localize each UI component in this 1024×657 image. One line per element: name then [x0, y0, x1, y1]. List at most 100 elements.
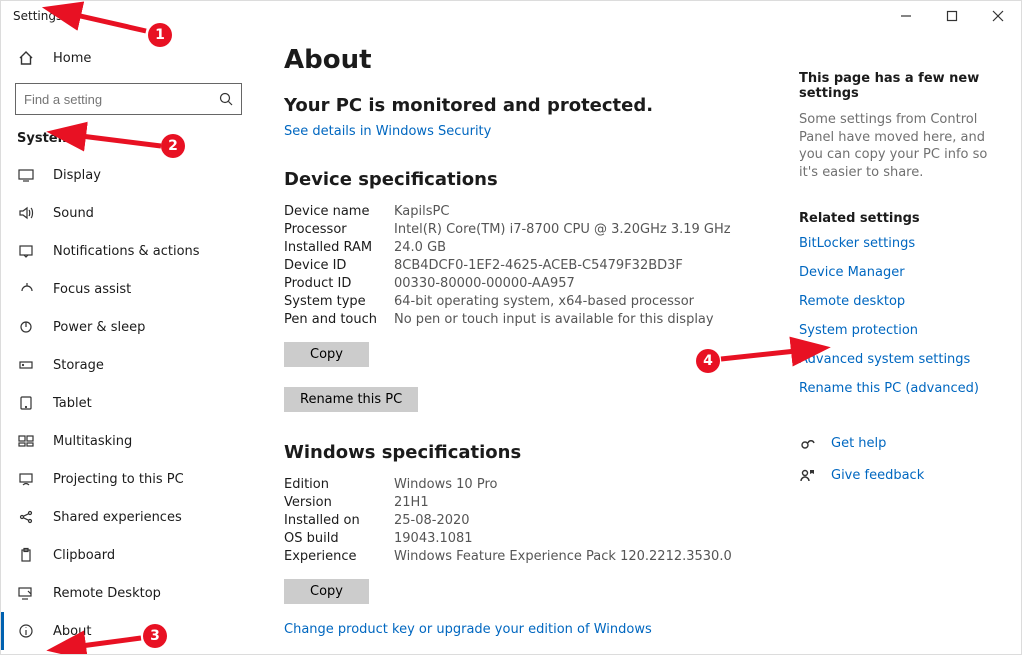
- spec-value: Intel(R) Core(TM) i7-8700 CPU @ 3.20GHz …: [394, 222, 784, 237]
- copy-device-spec-button[interactable]: Copy: [284, 342, 369, 367]
- sidebar-home[interactable]: Home: [1, 39, 256, 77]
- notifications-icon: [17, 242, 35, 260]
- sidebar-item-storage[interactable]: Storage: [1, 346, 256, 384]
- maximize-button[interactable]: [929, 1, 975, 31]
- about-icon: [17, 622, 35, 640]
- copy-windows-spec-button[interactable]: Copy: [284, 579, 369, 604]
- focus-assist-icon: [17, 280, 35, 298]
- device-spec-heading: Device specifications: [284, 169, 784, 190]
- spec-value: Windows Feature Experience Pack 120.2212…: [394, 549, 784, 564]
- get-help-row[interactable]: Get help: [799, 434, 1009, 452]
- search-input[interactable]: [16, 92, 211, 107]
- windows-spec-heading: Windows specifications: [284, 442, 784, 463]
- spec-value: 8CB4DCF0-1EF2-4625-ACEB-C5479F32BD3F: [394, 258, 784, 273]
- bitlocker-link[interactable]: BitLocker settings: [799, 236, 1009, 251]
- multitasking-icon: [17, 432, 35, 450]
- give-feedback-row[interactable]: Give feedback: [799, 466, 1009, 484]
- sidebar-item-label: Shared experiences: [53, 510, 182, 525]
- minimize-icon: [901, 11, 911, 21]
- settings-window: Settings Home: [0, 0, 1022, 655]
- spec-value: 64-bit operating system, x64-based proce…: [394, 294, 784, 309]
- sidebar-item-label: Sound: [53, 206, 94, 221]
- annotation-badge-2: 2: [161, 134, 185, 158]
- sidebar-item-multitasking[interactable]: Multitasking: [1, 422, 256, 460]
- related-settings-links: BitLocker settings Device Manager Remote…: [799, 236, 1009, 396]
- main-content[interactable]: About Your PC is monitored and protected…: [256, 31, 1021, 654]
- spec-key: Installed RAM: [284, 240, 394, 255]
- spec-key: Version: [284, 495, 394, 510]
- spec-value: Windows 10 Pro: [394, 477, 784, 492]
- change-product-key-link[interactable]: Change product key or upgrade your editi…: [284, 622, 652, 637]
- sidebar-section-system[interactable]: System: [1, 127, 256, 156]
- new-settings-heading: This page has a few new settings: [799, 71, 1009, 101]
- spec-key: Pen and touch: [284, 312, 394, 327]
- spec-value: 24.0 GB: [394, 240, 784, 255]
- sidebar-item-label: Power & sleep: [53, 320, 145, 335]
- spec-key: Experience: [284, 549, 394, 564]
- get-help-link[interactable]: Get help: [831, 436, 886, 451]
- sidebar-item-sound[interactable]: Sound: [1, 194, 256, 232]
- security-details-link[interactable]: See details in Windows Security: [284, 124, 491, 139]
- annotation-badge-4: 4: [696, 349, 720, 373]
- clipboard-icon: [17, 546, 35, 564]
- spec-key: Installed on: [284, 513, 394, 528]
- spec-value: 21H1: [394, 495, 784, 510]
- sidebar-home-label: Home: [53, 51, 91, 66]
- sidebar-item-label: About: [53, 624, 91, 639]
- spec-value: No pen or touch input is available for t…: [394, 312, 784, 327]
- sidebar-item-clipboard[interactable]: Clipboard: [1, 536, 256, 574]
- remote-desktop-link[interactable]: Remote desktop: [799, 294, 1009, 309]
- projecting-icon: [17, 470, 35, 488]
- search-box[interactable]: [15, 83, 242, 115]
- sidebar-item-label: Clipboard: [53, 548, 115, 563]
- protection-status: Your PC is monitored and protected.: [284, 95, 784, 116]
- page-title: About: [284, 45, 784, 75]
- advanced-system-settings-link[interactable]: Advanced system settings: [799, 352, 1009, 367]
- spec-key: System type: [284, 294, 394, 309]
- sidebar-item-display[interactable]: Display: [1, 156, 256, 194]
- content-left-column: About Your PC is monitored and protected…: [284, 45, 784, 637]
- spec-value: 00330-80000-00000-AA957: [394, 276, 784, 291]
- spec-key: Device name: [284, 204, 394, 219]
- sidebar-item-label: Projecting to this PC: [53, 472, 184, 487]
- annotation-badge-1: 1: [148, 23, 172, 47]
- device-manager-link[interactable]: Device Manager: [799, 265, 1009, 280]
- sidebar-item-projecting[interactable]: Projecting to this PC: [1, 460, 256, 498]
- content-right-column: This page has a few new settings Some se…: [799, 45, 1009, 498]
- get-help-icon: [799, 434, 817, 452]
- tablet-icon: [17, 394, 35, 412]
- annotation-badge-3: 3: [143, 624, 167, 648]
- sidebar-item-label: Storage: [53, 358, 104, 373]
- sidebar-item-notifications[interactable]: Notifications & actions: [1, 232, 256, 270]
- sidebar-item-remote-desktop[interactable]: Remote Desktop: [1, 574, 256, 612]
- give-feedback-link[interactable]: Give feedback: [831, 468, 924, 483]
- related-settings-heading: Related settings: [799, 211, 1009, 226]
- spec-value: KapilsPC: [394, 204, 784, 219]
- sidebar-nav-list: Display Sound Notifications & actions Fo…: [1, 156, 256, 654]
- close-button[interactable]: [975, 1, 1021, 31]
- system-protection-link[interactable]: System protection: [799, 323, 1009, 338]
- windows-spec-table: EditionWindows 10 Pro Version21H1 Instal…: [284, 477, 784, 564]
- spec-value: 19043.1081: [394, 531, 784, 546]
- shared-experiences-icon: [17, 508, 35, 526]
- sidebar: Home System Display Sound: [1, 31, 256, 654]
- power-sleep-icon: [17, 318, 35, 336]
- rename-pc-button[interactable]: Rename this PC: [284, 387, 418, 412]
- sidebar-item-focus-assist[interactable]: Focus assist: [1, 270, 256, 308]
- search-icon: [211, 84, 241, 114]
- window-controls: [883, 1, 1021, 31]
- spec-key: Processor: [284, 222, 394, 237]
- sidebar-item-power-sleep[interactable]: Power & sleep: [1, 308, 256, 346]
- sidebar-item-tablet[interactable]: Tablet: [1, 384, 256, 422]
- sidebar-item-label: Focus assist: [53, 282, 131, 297]
- storage-icon: [17, 356, 35, 374]
- minimize-button[interactable]: [883, 1, 929, 31]
- window-title: Settings: [1, 9, 62, 23]
- sidebar-item-shared-experiences[interactable]: Shared experiences: [1, 498, 256, 536]
- sidebar-item-about[interactable]: About: [1, 612, 256, 650]
- spec-key: OS build: [284, 531, 394, 546]
- rename-pc-advanced-link[interactable]: Rename this PC (advanced): [799, 381, 1009, 396]
- display-icon: [17, 166, 35, 184]
- spec-key: Edition: [284, 477, 394, 492]
- spec-key: Device ID: [284, 258, 394, 273]
